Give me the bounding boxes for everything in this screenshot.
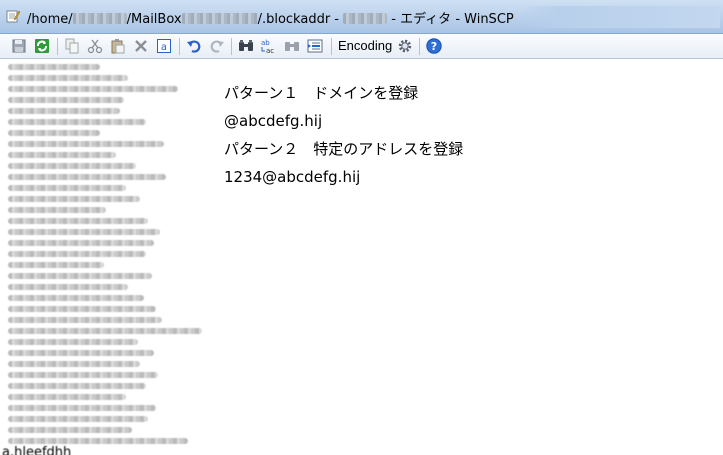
window-title: /home/ /MailBox /.blockaddr - - エディタ - Win… xyxy=(27,8,514,27)
redacted-text-block xyxy=(8,59,208,444)
svg-text:?: ? xyxy=(431,40,437,53)
svg-text:a: a xyxy=(161,42,167,53)
toolbar-separator xyxy=(57,38,58,55)
title-bar-blurred-area xyxy=(520,6,720,28)
find-next-icon[interactable] xyxy=(283,37,301,55)
redo-icon[interactable] xyxy=(208,37,226,55)
svg-text:ac: ac xyxy=(266,47,274,54)
cut-icon[interactable] xyxy=(86,37,104,55)
text-editor-area[interactable]: パターン１ ドメインを登録 @abcdefg.hij パターン２ 特定のアドレス… xyxy=(0,59,723,455)
title-suffix: /.blockaddr - xyxy=(257,12,344,27)
toolbar-separator xyxy=(179,38,180,55)
select-all-icon[interactable]: a xyxy=(155,37,173,55)
title-bar[interactable]: /home/ /MailBox /.blockaddr - - エディタ - Win… xyxy=(0,0,723,34)
encoding-button[interactable]: Encoding xyxy=(338,38,392,53)
svg-text:ab: ab xyxy=(261,39,270,47)
copy-icon[interactable] xyxy=(63,37,81,55)
settings-gear-icon[interactable] xyxy=(396,37,414,55)
notepad-icon xyxy=(6,10,20,23)
editor-bottom-line: a.hleefdhh xyxy=(2,445,72,455)
editor-line: @abcdefg.hij xyxy=(224,112,323,130)
refresh-icon[interactable] xyxy=(33,37,51,55)
undo-icon[interactable] xyxy=(185,37,203,55)
redacted-user xyxy=(72,13,127,24)
delete-icon[interactable] xyxy=(132,37,150,55)
title-mid: /MailBox xyxy=(126,12,182,27)
redacted-domain xyxy=(181,13,258,24)
editor-toolbar: a ab ac Encoding ? xyxy=(0,34,723,59)
replace-icon[interactable]: ab ac xyxy=(260,37,278,55)
toolbar-separator xyxy=(331,38,332,55)
editor-line: パターン１ ドメインを登録 xyxy=(224,84,419,102)
toolbar-separator xyxy=(419,38,420,55)
paste-icon[interactable] xyxy=(109,37,127,55)
editor-line: 1234@abcdefg.hij xyxy=(224,168,361,186)
help-icon[interactable]: ? xyxy=(425,37,443,55)
find-icon[interactable] xyxy=(237,37,255,55)
redacted-host xyxy=(343,13,388,24)
editor-content: パターン１ ドメインを登録 @abcdefg.hij パターン２ 特定のアドレス… xyxy=(224,79,463,191)
winscp-editor-window: /home/ /MailBox /.blockaddr - - エディタ - Win… xyxy=(0,0,723,455)
title-app: - エディタ - WinSCP xyxy=(387,12,514,27)
toolbar-separator xyxy=(231,38,232,55)
save-icon[interactable] xyxy=(10,37,28,55)
editor-line: パターン２ 特定のアドレスを登録 xyxy=(224,140,464,158)
goto-line-icon[interactable] xyxy=(306,37,324,55)
title-prefix: /home/ xyxy=(27,12,73,27)
